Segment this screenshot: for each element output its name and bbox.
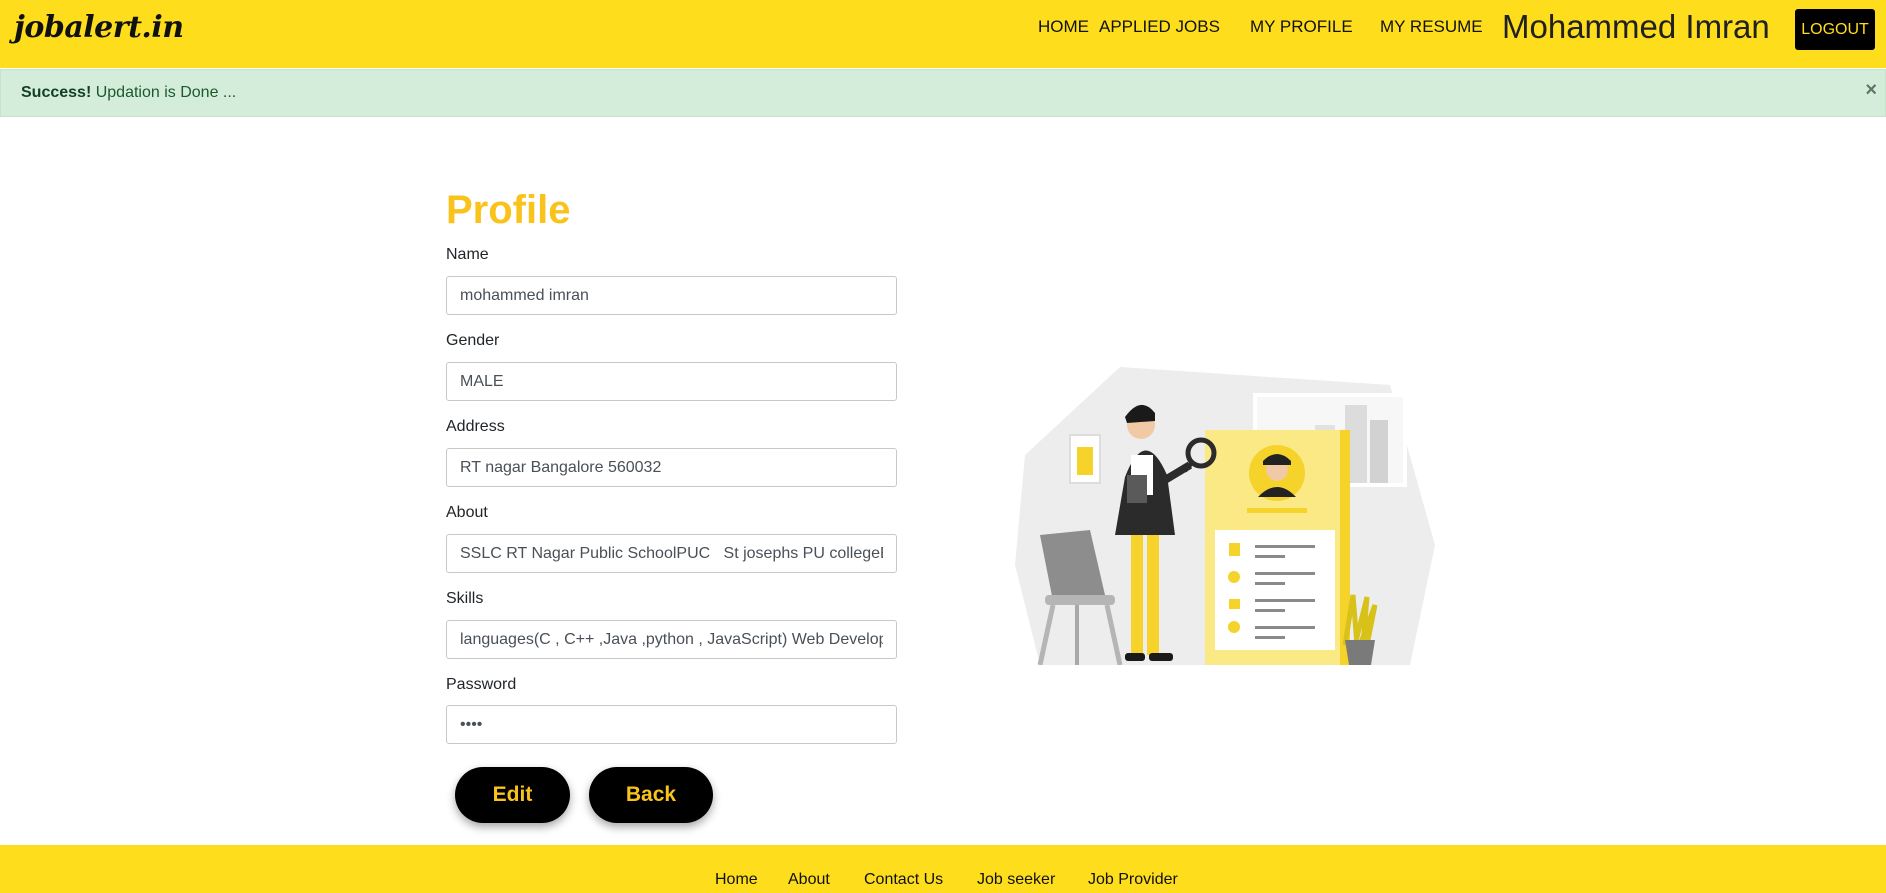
- password-field[interactable]: [446, 705, 897, 744]
- footer-link-home[interactable]: Home: [715, 871, 758, 889]
- alert-message: Updation is Done ...: [95, 84, 237, 101]
- skills-label: Skills: [446, 590, 484, 607]
- nav-home[interactable]: HOME: [1038, 17, 1089, 37]
- nav-my-profile[interactable]: MY PROFILE: [1250, 17, 1353, 37]
- address-label: Address: [446, 418, 505, 435]
- about-field[interactable]: [446, 534, 897, 573]
- footer-link-job-provider[interactable]: Job Provider: [1088, 871, 1178, 889]
- gender-field[interactable]: [446, 362, 897, 401]
- alert-strong: Success!: [21, 84, 92, 101]
- success-alert: Success! Updation is Done ... ×: [0, 69, 1886, 117]
- nav-my-resume[interactable]: MY RESUME: [1380, 17, 1483, 37]
- profile-illustration: [1015, 367, 1435, 665]
- footer: Home About Contact Us Job seeker Job Pro…: [0, 845, 1886, 893]
- address-field[interactable]: [446, 448, 897, 487]
- gender-label: Gender: [446, 332, 500, 349]
- close-icon[interactable]: ×: [1865, 79, 1877, 102]
- page-title: Profile: [446, 188, 571, 232]
- logout-button[interactable]: LOGOUT: [1795, 9, 1875, 50]
- back-button[interactable]: Back: [589, 767, 713, 823]
- footer-link-contact[interactable]: Contact Us: [864, 871, 943, 889]
- user-name: Mohammed Imran: [1502, 8, 1770, 45]
- about-label: About: [446, 504, 488, 521]
- name-label: Name: [446, 246, 489, 263]
- top-navbar: jobalert.in HOME APPLIED JOBS MY PROFILE…: [0, 0, 1886, 68]
- skills-field[interactable]: [446, 620, 897, 659]
- password-label: Password: [446, 676, 517, 693]
- nav-applied-jobs[interactable]: APPLIED JOBS: [1099, 17, 1220, 37]
- footer-link-job-seeker[interactable]: Job seeker: [977, 871, 1055, 889]
- name-field[interactable]: [446, 276, 897, 315]
- footer-link-about[interactable]: About: [788, 871, 830, 889]
- edit-button[interactable]: Edit: [455, 767, 570, 823]
- site-logo[interactable]: jobalert.in: [14, 10, 184, 45]
